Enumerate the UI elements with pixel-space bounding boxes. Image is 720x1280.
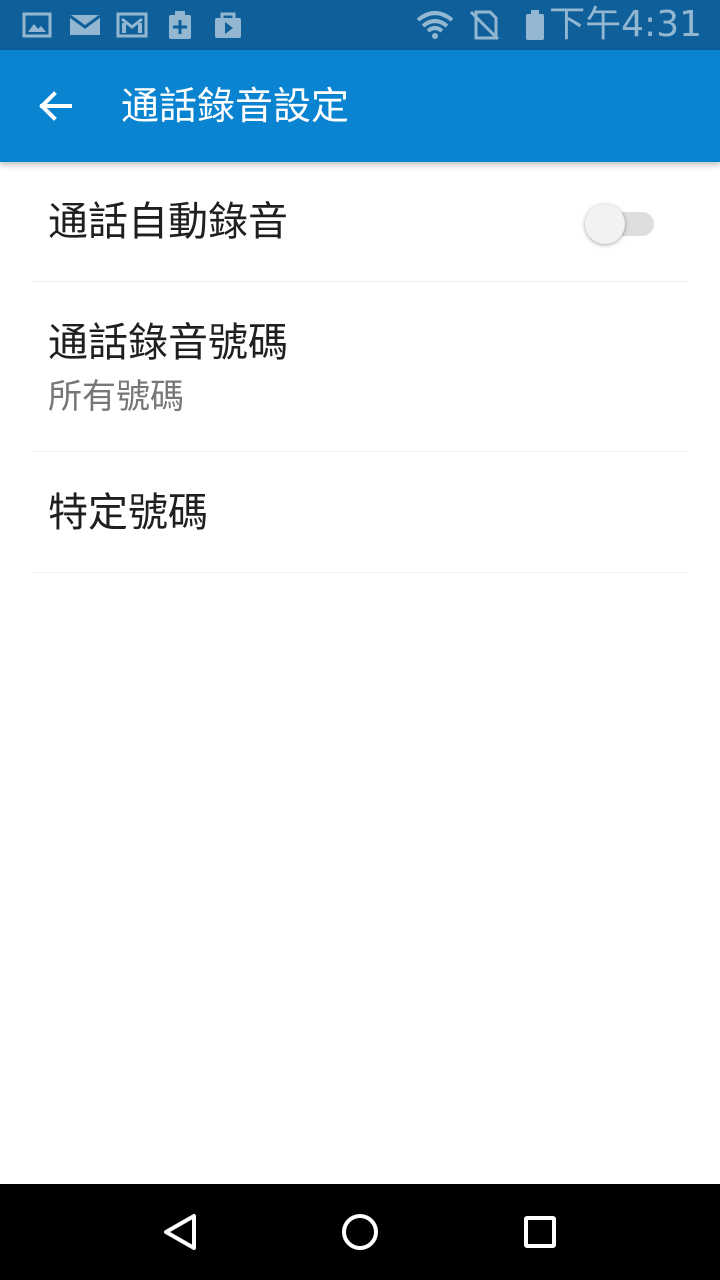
record-numbers-row[interactable]: 通話錄音號碼 所有號碼 xyxy=(0,282,720,452)
record-numbers-label: 通話錄音號碼 xyxy=(48,320,288,366)
status-time: 下午4:31 xyxy=(549,4,702,45)
page-title: 通話錄音設定 xyxy=(121,84,350,128)
nav-home-button[interactable] xyxy=(332,1204,388,1260)
mail-icon xyxy=(68,10,102,40)
auto-record-label: 通話自動錄音 xyxy=(48,199,288,245)
play-store-icon xyxy=(212,10,244,40)
battery-saver-icon xyxy=(166,10,194,40)
record-numbers-summary: 所有號碼 xyxy=(48,377,184,417)
app-bar: 通話錄音設定 xyxy=(0,50,720,162)
specific-numbers-label: 特定號碼 xyxy=(48,490,208,536)
gmail-icon xyxy=(116,10,148,40)
divider xyxy=(32,572,688,573)
battery-icon xyxy=(524,10,546,40)
arrow-back-icon xyxy=(39,91,72,121)
settings-list: 通話自動錄音 通話錄音號碼 所有號碼 特定號碼 xyxy=(0,162,720,573)
auto-record-toggle[interactable] xyxy=(584,202,654,246)
nav-back-button[interactable] xyxy=(152,1204,208,1260)
back-triangle-icon xyxy=(164,1214,196,1250)
no-sim-icon xyxy=(468,10,500,41)
nav-recents-button[interactable] xyxy=(512,1204,568,1260)
back-button[interactable] xyxy=(24,74,88,138)
toggle-thumb xyxy=(585,204,625,244)
navigation-bar xyxy=(0,1184,720,1280)
auto-record-row[interactable]: 通話自動錄音 xyxy=(0,162,720,282)
wifi-icon xyxy=(416,10,454,40)
specific-numbers-row[interactable]: 特定號碼 xyxy=(0,452,720,573)
status-bar: 下午4:31 xyxy=(0,0,720,50)
recents-square-icon xyxy=(524,1216,556,1248)
gallery-icon xyxy=(22,10,52,40)
home-circle-icon xyxy=(342,1214,378,1250)
